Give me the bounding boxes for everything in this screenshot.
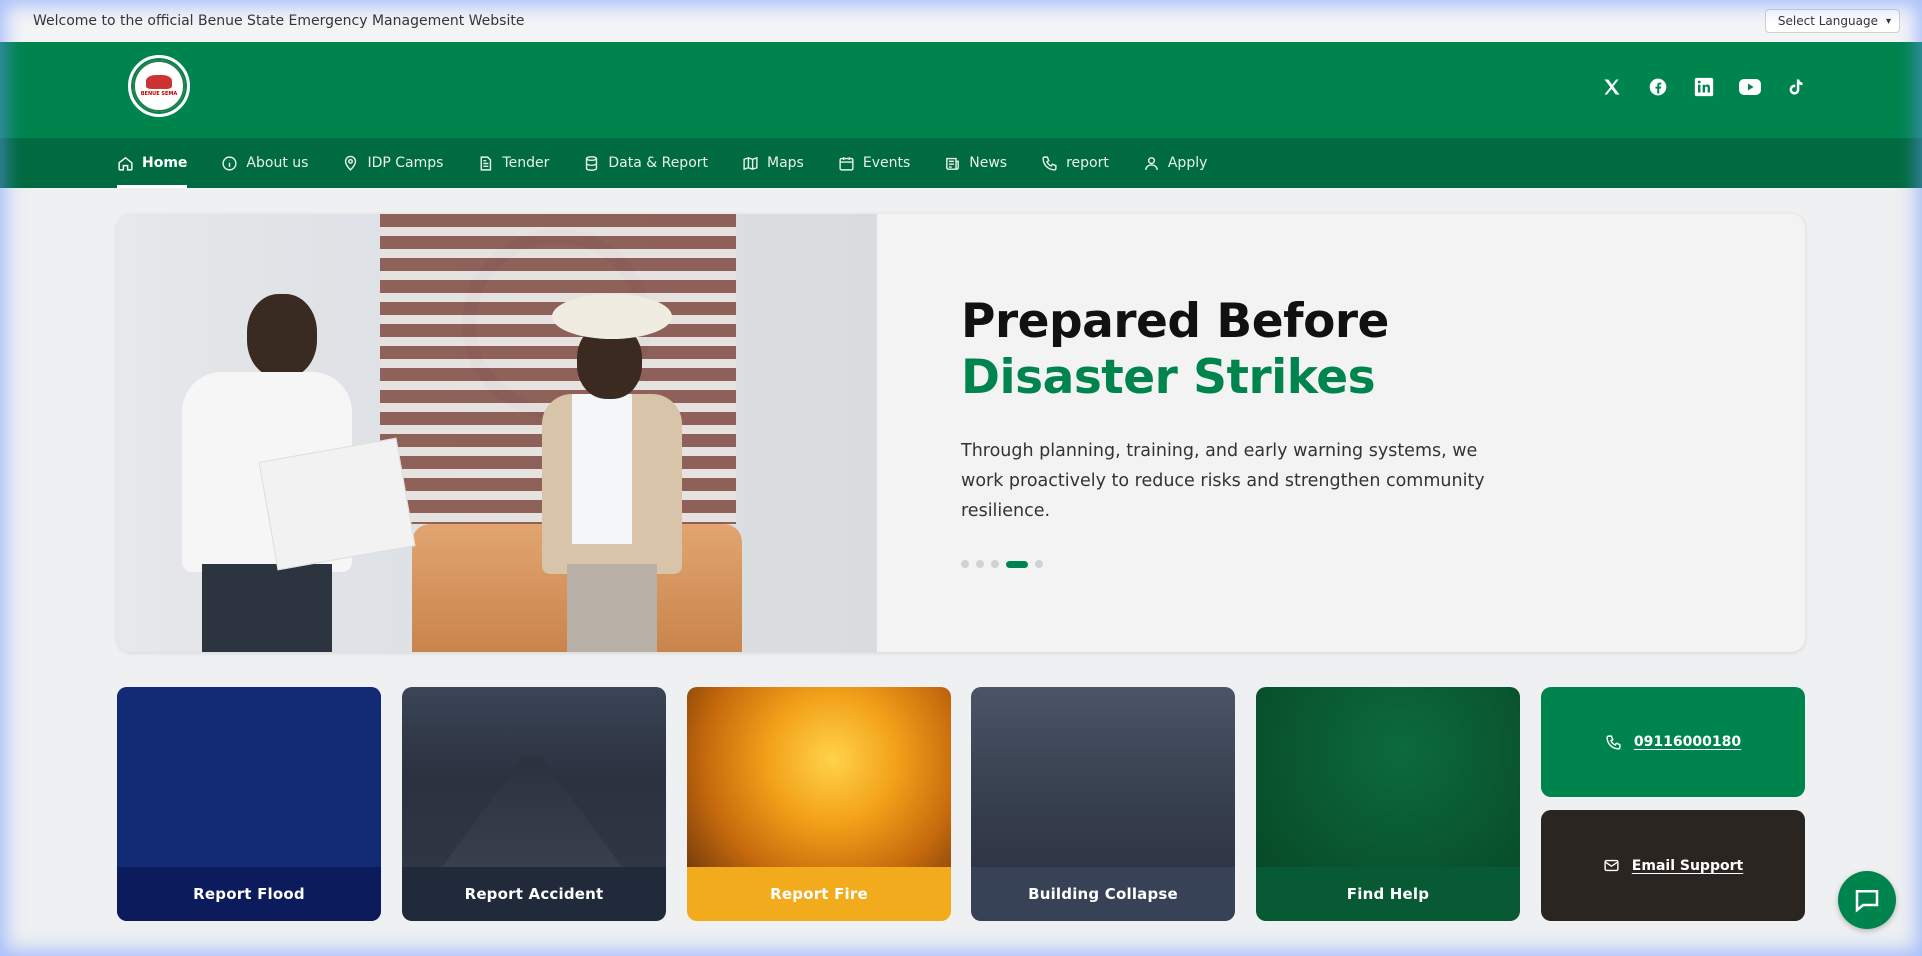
help-card-image bbox=[1256, 687, 1520, 867]
facebook-icon[interactable] bbox=[1646, 75, 1670, 99]
logo-text: BENUE SEMA bbox=[140, 91, 178, 97]
hero-content: Prepared Before Disaster Strikes Through… bbox=[877, 214, 1805, 652]
chat-button[interactable] bbox=[1838, 871, 1896, 929]
card-label: Building Collapse bbox=[971, 867, 1235, 921]
youtube-icon[interactable] bbox=[1738, 75, 1762, 99]
info-icon bbox=[222, 155, 238, 171]
slider-dot[interactable] bbox=[976, 560, 984, 568]
logo-ring: BENUE SEMA bbox=[133, 60, 185, 112]
welcome-text: Welcome to the official Benue State Emer… bbox=[33, 13, 525, 29]
card-label: Find Help bbox=[1256, 867, 1520, 921]
home-icon bbox=[118, 156, 133, 171]
email-support-label: Email Support bbox=[1631, 857, 1744, 874]
chat-icon bbox=[1855, 890, 1879, 913]
nav-item-events[interactable]: Events bbox=[838, 138, 910, 188]
phone-contact-card[interactable]: 09116000180 bbox=[1541, 687, 1805, 797]
slider-dots bbox=[961, 560, 1043, 568]
nav-item-label: IDP Camps bbox=[367, 155, 444, 171]
slider-dot[interactable] bbox=[961, 560, 969, 568]
nav-item-apply[interactable]: Apply bbox=[1143, 138, 1208, 188]
nav-item-label: Data & Report bbox=[608, 155, 708, 171]
nav-item-data-report[interactable]: Data & Report bbox=[583, 138, 708, 188]
x-icon[interactable] bbox=[1600, 75, 1624, 99]
phone-icon bbox=[1606, 734, 1621, 750]
phone-number: 09116000180 bbox=[1633, 734, 1742, 750]
building-collapse-card[interactable]: Building Collapse bbox=[971, 687, 1235, 921]
nav-item-label: News bbox=[969, 155, 1008, 171]
hero-image bbox=[117, 214, 877, 652]
card-label: Report Flood bbox=[117, 867, 381, 921]
slider-dot[interactable] bbox=[991, 560, 999, 568]
nav-item-tender[interactable]: Tender bbox=[477, 138, 549, 188]
document-icon bbox=[480, 155, 492, 171]
report-fire-card[interactable]: Report Fire bbox=[687, 687, 951, 921]
phone-icon bbox=[1042, 155, 1057, 171]
tiktok-icon[interactable] bbox=[1784, 75, 1808, 99]
nav-item-maps[interactable]: Maps bbox=[742, 138, 804, 188]
flood-card-image bbox=[117, 687, 381, 867]
linkedin-icon[interactable] bbox=[1692, 75, 1716, 99]
hero-title: Prepared Before Disaster Strikes bbox=[961, 294, 1389, 405]
nav-item-label: Maps bbox=[767, 155, 804, 171]
nav-item-home[interactable]: Home bbox=[117, 138, 188, 188]
document-paper bbox=[258, 437, 416, 571]
hero-title-accent: Disaster Strikes bbox=[961, 350, 1376, 405]
nav-item-about-us[interactable]: About us bbox=[221, 138, 308, 188]
nav-item-report[interactable]: report bbox=[1041, 138, 1109, 188]
site-header: BENUE SEMA bbox=[0, 42, 1922, 138]
report-accident-card[interactable]: Report Accident bbox=[402, 687, 666, 921]
card-label: Report Accident bbox=[402, 867, 666, 921]
newspaper-icon bbox=[946, 157, 960, 170]
main-nav: Home About us IDP Camps Tender Data & Re… bbox=[0, 138, 1922, 188]
collapse-card-image bbox=[971, 687, 1235, 867]
accident-card-image bbox=[402, 687, 666, 867]
email-support-card[interactable]: Email Support bbox=[1541, 810, 1805, 921]
quick-action-cards: Report Flood Report Accident Report Fire… bbox=[117, 687, 1805, 921]
top-bar: Welcome to the official Benue State Emer… bbox=[0, 0, 1922, 42]
chevron-down-icon: ▾ bbox=[1885, 15, 1891, 27]
database-icon bbox=[586, 155, 598, 171]
fire-card-image bbox=[687, 687, 951, 867]
hero-description: Through planning, training, and early wa… bbox=[961, 441, 1485, 521]
nav-item-idp-camps[interactable]: IDP Camps bbox=[342, 138, 443, 188]
slider-dot-active[interactable] bbox=[1006, 560, 1028, 568]
nav-item-label: Apply bbox=[1167, 155, 1208, 171]
language-select[interactable]: Select Language ▾ bbox=[1764, 9, 1900, 33]
language-select-label: Select Language bbox=[1777, 14, 1878, 28]
nav-item-news[interactable]: News bbox=[944, 138, 1007, 188]
map-icon bbox=[743, 156, 758, 170]
mail-icon bbox=[1604, 859, 1619, 872]
site-logo[interactable]: BENUE SEMA bbox=[128, 55, 190, 117]
person-woman bbox=[517, 294, 717, 652]
nav-item-label: Tender bbox=[502, 155, 550, 171]
find-help-card[interactable]: Find Help bbox=[1256, 687, 1520, 921]
nav-item-label: report bbox=[1066, 155, 1109, 171]
nav-item-label: About us bbox=[246, 155, 309, 171]
calendar-icon bbox=[839, 156, 854, 171]
logo-mark bbox=[146, 75, 172, 89]
nav-item-label: Home bbox=[142, 155, 188, 171]
location-pin-icon bbox=[345, 155, 357, 171]
hero-slider: Prepared Before Disaster Strikes Through… bbox=[117, 214, 1805, 652]
slider-dot[interactable] bbox=[1035, 560, 1043, 568]
report-flood-card[interactable]: Report Flood bbox=[117, 687, 381, 921]
nav-item-label: Events bbox=[862, 155, 911, 171]
card-label: Report Fire bbox=[687, 867, 951, 921]
social-links bbox=[1600, 75, 1808, 99]
user-icon bbox=[1144, 156, 1158, 170]
